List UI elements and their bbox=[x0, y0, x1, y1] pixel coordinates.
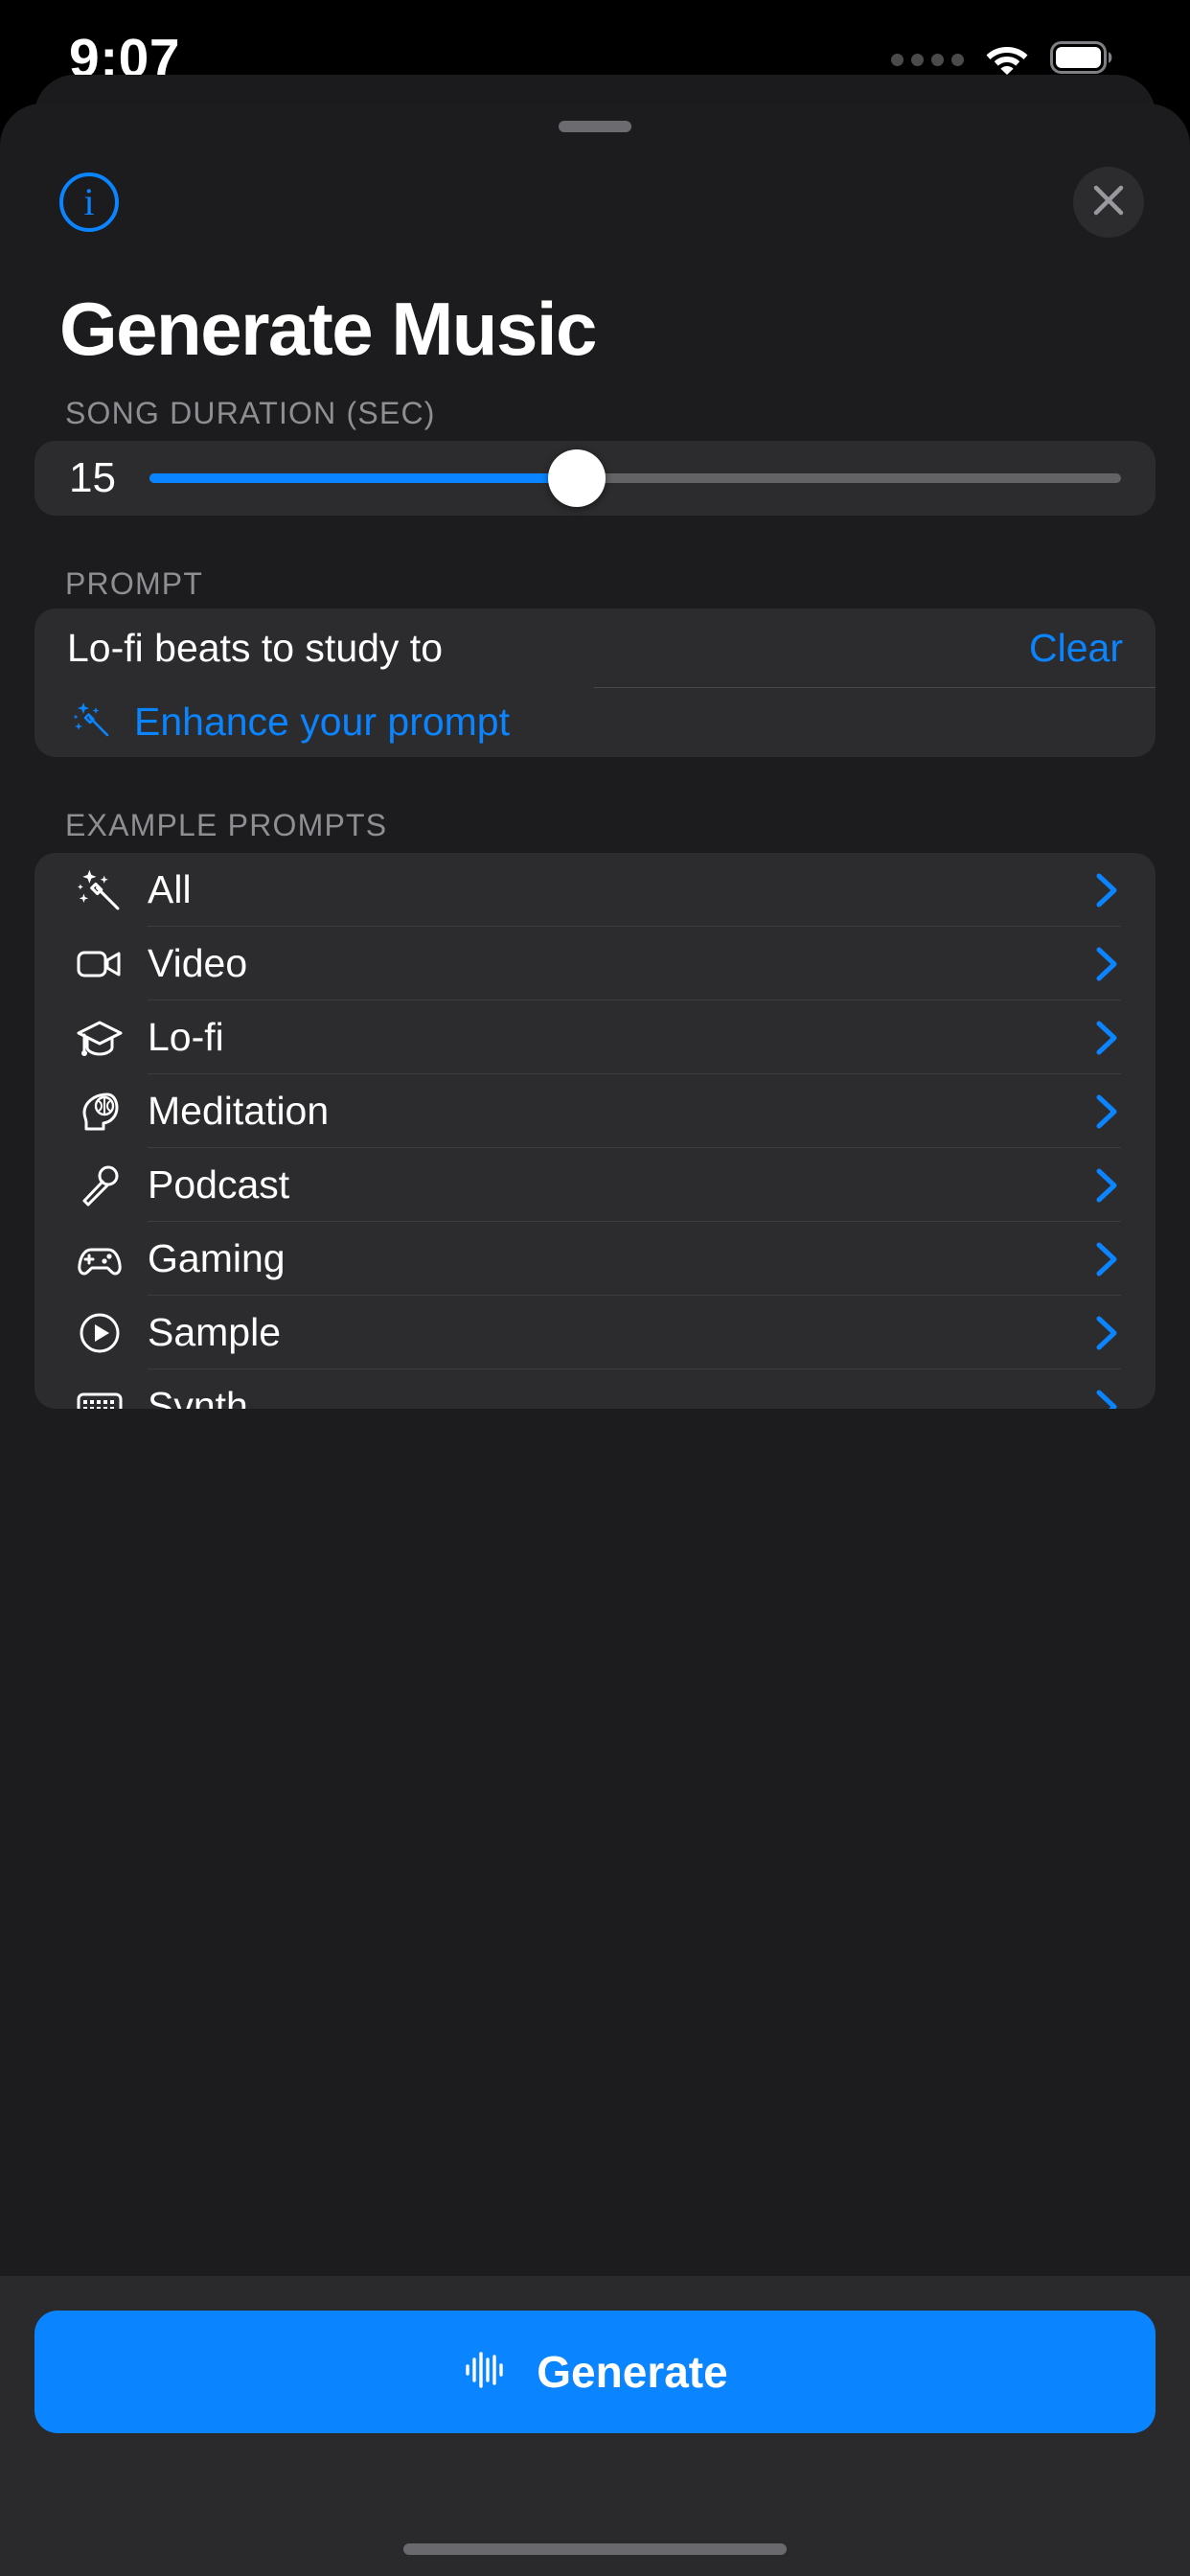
chevron-right-icon[interactable] bbox=[1092, 871, 1121, 909]
close-x-icon bbox=[1091, 183, 1126, 222]
list-item[interactable]: Podcast bbox=[34, 1148, 1156, 1222]
clear-button[interactable]: Clear bbox=[1006, 626, 1123, 671]
list-item[interactable]: Video bbox=[34, 927, 1156, 1000]
prompt-card: Lo-fi beats to study to Clear bbox=[34, 609, 1156, 757]
list-item-label: Lo-fi bbox=[148, 1015, 224, 1060]
generate-music-sheet: i Generate Music SONG DURATION (SEC) 15 bbox=[0, 104, 1190, 2576]
home-indicator bbox=[403, 2543, 787, 2555]
list-item-label: Synth bbox=[148, 1384, 248, 1409]
slider-fill bbox=[149, 473, 577, 483]
slider-thumb[interactable] bbox=[548, 449, 606, 507]
list-item-label: Gaming bbox=[148, 1236, 286, 1281]
duration-value: 15 bbox=[69, 454, 149, 502]
list-item[interactable]: Sample bbox=[34, 1296, 1156, 1369]
magic-wand-sparkles-icon bbox=[75, 865, 148, 915]
prompt-row: Lo-fi beats to study to Clear bbox=[34, 609, 1156, 687]
generate-label: Generate bbox=[537, 2346, 727, 2398]
duration-section-label: SONG DURATION (SEC) bbox=[65, 396, 436, 431]
examples-section-label: EXAMPLE PROMPTS bbox=[65, 808, 387, 843]
list-item-label: Video bbox=[148, 941, 247, 986]
microphone-icon bbox=[75, 1161, 148, 1210]
duration-card: 15 bbox=[34, 441, 1156, 516]
duration-slider[interactable] bbox=[149, 441, 1121, 516]
list-item-label: All bbox=[148, 867, 192, 912]
prompt-input[interactable]: Lo-fi beats to study to bbox=[67, 626, 1006, 671]
sheet-header: i bbox=[0, 150, 1190, 255]
chevron-right-icon[interactable] bbox=[1092, 1388, 1121, 1410]
head-brain-icon bbox=[75, 1087, 148, 1137]
play-circle-icon bbox=[75, 1308, 148, 1358]
status-icons bbox=[891, 40, 1115, 80]
list-item[interactable]: All bbox=[34, 853, 1156, 927]
list-item-label: Sample bbox=[148, 1310, 281, 1355]
chevron-right-icon[interactable] bbox=[1092, 1314, 1121, 1352]
chevron-right-icon[interactable] bbox=[1092, 1092, 1121, 1131]
list-item[interactable]: Synth bbox=[34, 1369, 1156, 1409]
phone-screen: 9:07 bbox=[0, 0, 1190, 2576]
enhance-prompt-button[interactable]: Enhance your prompt bbox=[34, 687, 1156, 757]
video-camera-icon bbox=[75, 939, 148, 989]
list-item-label: Podcast bbox=[148, 1162, 289, 1208]
list-item[interactable]: Gaming bbox=[34, 1222, 1156, 1296]
chevron-right-icon[interactable] bbox=[1092, 1240, 1121, 1278]
enhance-prompt-label: Enhance your prompt bbox=[134, 700, 510, 745]
info-glyph: i bbox=[83, 183, 94, 221]
list-item-label: Meditation bbox=[148, 1089, 329, 1134]
graduation-cap-icon bbox=[75, 1013, 148, 1063]
info-circle-icon[interactable]: i bbox=[59, 172, 119, 232]
gamepad-icon bbox=[75, 1234, 148, 1284]
chevron-right-icon[interactable] bbox=[1092, 1166, 1121, 1205]
list-item[interactable]: Meditation bbox=[34, 1074, 1156, 1148]
magic-wand-sparkles-icon bbox=[71, 699, 113, 746]
wifi-icon bbox=[983, 40, 1031, 80]
chevron-right-icon[interactable] bbox=[1092, 945, 1121, 983]
list-item[interactable]: Lo-fi bbox=[34, 1000, 1156, 1074]
battery-full-icon bbox=[1050, 41, 1115, 79]
page-title: Generate Music bbox=[59, 286, 596, 373]
keyboard-icon bbox=[75, 1382, 148, 1410]
audio-waveform-icon bbox=[462, 2346, 510, 2399]
generate-button[interactable]: Generate bbox=[34, 2311, 1156, 2433]
close-button[interactable] bbox=[1073, 167, 1144, 238]
chevron-right-icon[interactable] bbox=[1092, 1019, 1121, 1057]
cellular-dots-icon bbox=[891, 54, 964, 66]
footer-bar: Generate bbox=[0, 2276, 1190, 2576]
prompt-section-label: PROMPT bbox=[65, 566, 203, 602]
example-prompts-list: All Video bbox=[34, 853, 1156, 1409]
sheet-grabber[interactable] bbox=[559, 121, 631, 132]
